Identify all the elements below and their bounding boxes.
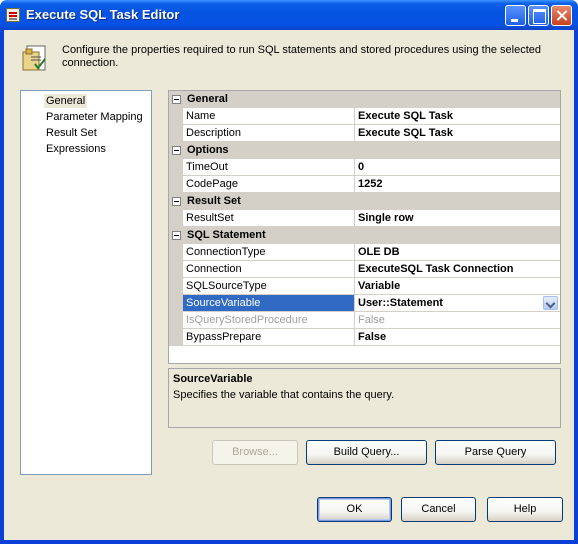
category-result-set[interactable]: Result Set (169, 193, 560, 210)
chevron-down-icon[interactable] (543, 296, 558, 310)
property-row-isquerystoredprocedure: IsQueryStoredProcedure False (169, 312, 560, 329)
property-name: CodePage (183, 176, 355, 193)
property-name: IsQueryStoredProcedure (183, 312, 355, 329)
property-value[interactable]: Variable (355, 278, 560, 295)
category-label: General (187, 93, 228, 105)
property-name: TimeOut (183, 159, 355, 176)
property-name: ResultSet (183, 210, 355, 227)
header-description: Configure the properties required to run… (62, 44, 541, 69)
property-row-connectiontype[interactable]: ConnectionType OLE DB (169, 244, 560, 261)
property-row-description[interactable]: Description Execute SQL Task (169, 125, 560, 142)
maximize-button[interactable] (528, 5, 549, 26)
dropdown-value: User::Statement (358, 297, 443, 309)
close-button[interactable] (551, 5, 572, 26)
category-options[interactable]: Options (169, 142, 560, 159)
property-row-connection[interactable]: Connection ExecuteSQL Task Connection (169, 261, 560, 278)
property-name: ConnectionType (183, 244, 355, 261)
nav-item-expressions[interactable]: Expressions (44, 142, 108, 156)
property-value[interactable]: 0 (355, 159, 560, 176)
property-name: BypassPrepare (183, 329, 355, 346)
collapse-icon[interactable] (172, 231, 181, 240)
property-name: SQLSourceType (183, 278, 355, 295)
property-description-panel: SourceVariable Specifies the variable th… (168, 368, 561, 428)
page-list: General Parameter Mapping Result Set Exp… (20, 90, 152, 475)
collapse-icon[interactable] (172, 95, 181, 104)
help-button[interactable]: Help (487, 497, 563, 522)
minimize-button[interactable] (505, 5, 526, 26)
nav-item-parameter-mapping[interactable]: Parameter Mapping (44, 110, 145, 124)
category-label: SQL Statement (187, 229, 266, 241)
cancel-button[interactable]: Cancel (401, 497, 476, 522)
property-row-codepage[interactable]: CodePage 1252 (169, 176, 560, 193)
property-value[interactable]: OLE DB (355, 244, 560, 261)
sql-task-icon (22, 45, 46, 71)
description-title: SourceVariable (173, 373, 253, 385)
property-row-bypassprepare[interactable]: BypassPrepare False (169, 329, 560, 346)
dialog-window: Execute SQL Task Editor Configure the pr… (0, 0, 578, 544)
property-row-timeout[interactable]: TimeOut 0 (169, 159, 560, 176)
task-editor-icon (6, 8, 20, 22)
property-row-name[interactable]: Name Execute SQL Task (169, 108, 560, 125)
property-value[interactable]: Single row (355, 210, 560, 227)
property-value-dropdown[interactable]: User::Statement (355, 295, 560, 312)
property-row-sourcevariable[interactable]: SourceVariable User::Statement (169, 295, 560, 312)
category-label: Options (187, 144, 229, 156)
property-row-resultset[interactable]: ResultSet Single row (169, 210, 560, 227)
property-value[interactable]: ExecuteSQL Task Connection (355, 261, 560, 278)
collapse-icon[interactable] (172, 197, 181, 206)
dialog-body: Configure the properties required to run… (4, 30, 574, 540)
category-label: Result Set (187, 195, 241, 207)
property-name: Connection (183, 261, 355, 278)
ok-button[interactable]: OK (317, 497, 392, 522)
property-grid: General Name Execute SQL Task Descriptio… (168, 90, 561, 364)
property-value[interactable]: Execute SQL Task (355, 108, 560, 125)
nav-item-general[interactable]: General (44, 94, 88, 108)
window-title: Execute SQL Task Editor (26, 7, 180, 22)
property-row-sqlsourcetype[interactable]: SQLSourceType Variable (169, 278, 560, 295)
build-query-button[interactable]: Build Query... (306, 440, 427, 465)
browse-button: Browse... (212, 440, 298, 465)
property-value[interactable]: Execute SQL Task (355, 125, 560, 142)
property-name: Description (183, 125, 355, 142)
category-general[interactable]: General (169, 91, 560, 108)
property-name: SourceVariable (183, 295, 355, 312)
title-bar[interactable]: Execute SQL Task Editor (0, 0, 578, 30)
category-sql-statement[interactable]: SQL Statement (169, 227, 560, 244)
description-text: Specifies the variable that contains the… (173, 389, 395, 401)
property-value[interactable]: False (355, 329, 560, 346)
property-value[interactable]: 1252 (355, 176, 560, 193)
collapse-icon[interactable] (172, 146, 181, 155)
property-name: Name (183, 108, 355, 125)
property-value: False (355, 312, 560, 329)
nav-item-result-set[interactable]: Result Set (44, 126, 99, 140)
parse-query-button[interactable]: Parse Query (435, 440, 556, 465)
